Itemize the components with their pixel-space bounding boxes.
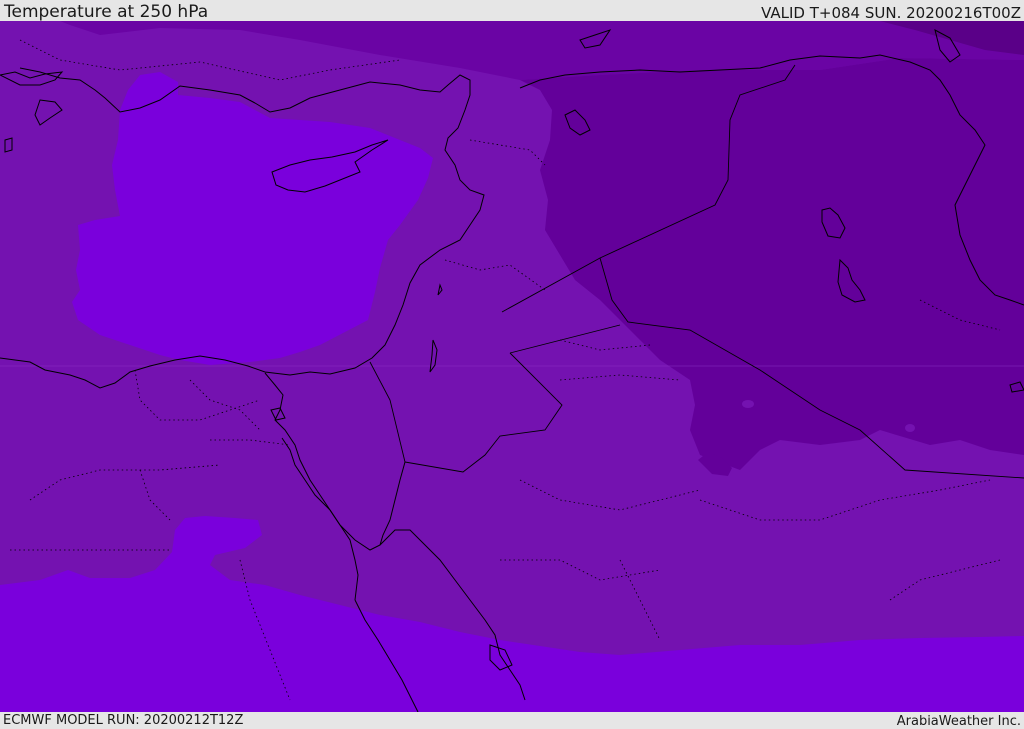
model-run: ECMWF MODEL RUN: 20200212T12Z bbox=[3, 713, 244, 728]
valid-time: VALID T+084 SUN. 20200216T00Z bbox=[761, 4, 1021, 22]
weather-map[interactable] bbox=[0, 21, 1024, 712]
cold-blob-small bbox=[742, 400, 754, 408]
map-title: Temperature at 250 hPa bbox=[4, 2, 209, 22]
cold-blob-small-2 bbox=[905, 424, 915, 432]
credit: ArabiaWeather Inc. bbox=[896, 714, 1021, 729]
header-bar: Temperature at 250 hPa VALID T+084 SUN. … bbox=[0, 0, 1024, 21]
footer-bar: ECMWF MODEL RUN: 20200212T12Z ArabiaWeat… bbox=[0, 712, 1024, 729]
